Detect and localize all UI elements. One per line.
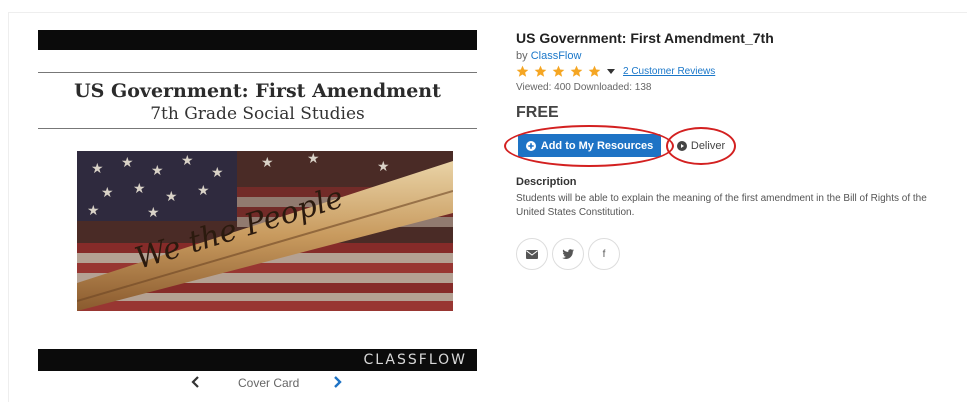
preview-subtitle: 7th Grade Social Studies [150,104,365,124]
svg-text:★: ★ [91,160,104,176]
svg-text:★: ★ [151,162,164,178]
customer-reviews-link[interactable]: 2 Customer Reviews [623,66,715,77]
preview-top-bar [38,30,477,50]
next-card-icon[interactable] [329,374,345,390]
svg-text:★: ★ [87,202,100,218]
svg-text:★: ★ [133,180,146,196]
add-to-my-resources-button[interactable]: Add to My Resources [518,134,661,157]
star-icon [516,65,529,77]
star-icon [534,65,547,77]
description-text: Students will be able to explain the mea… [516,193,927,218]
star-icon [552,65,565,77]
resource-title: US Government: First Amendment_7th [516,30,774,46]
facebook-icon: f [602,248,606,260]
svg-text:★: ★ [147,204,160,220]
svg-text:★: ★ [181,152,194,168]
constitution-flag-image: ★ ★ ★ ★ ★ ★ ★ ★ ★ ★ ★ ★ ★ ★ We the Peopl… [77,151,453,311]
preview-bottom-bar: CLASSFLOW [38,349,477,371]
deliver-button-label: Deliver [690,139,726,152]
svg-text:★: ★ [261,154,274,170]
author-prefix: by [516,50,528,62]
add-button-label: Add to My Resources [540,139,654,152]
twitter-icon [562,249,574,259]
svg-text:★: ★ [211,164,224,180]
resource-details: US Government: First Amendment_7th by Cl… [504,30,956,270]
action-buttons: Add to My Resources Deliver [504,125,956,167]
envelope-icon [526,249,538,259]
author-line: by ClassFlow [516,50,956,62]
svg-text:★: ★ [101,184,114,200]
share-twitter-button[interactable] [552,238,584,270]
preview-rule-bottom [38,128,477,129]
play-circle-icon [676,140,687,151]
classflow-logo: CLASSFLOW [363,352,467,368]
resource-preview: US Government: First Amendment 7th Grade… [38,30,477,371]
card-name-label: Cover Card [238,376,300,390]
caret-down-icon[interactable] [607,67,615,75]
share-email-button[interactable] [516,238,548,270]
flag-scroll-illustration: ★ ★ ★ ★ ★ ★ ★ ★ ★ ★ ★ ★ ★ ★ We the Peopl… [77,151,453,311]
preview-title: US Government: First Amendment [74,80,441,102]
svg-text:★: ★ [307,151,320,166]
deliver-button[interactable]: Deliver [674,134,728,157]
rating-row: 2 Customer Reviews [516,64,956,78]
svg-text:★: ★ [197,182,210,198]
svg-text:★: ★ [165,188,178,204]
author-link[interactable]: ClassFlow [531,50,582,62]
description-heading: Description [516,176,577,188]
price-label: FREE [516,104,559,121]
svg-text:★: ★ [377,158,390,174]
star-icon [588,65,601,77]
share-buttons: f [516,238,956,270]
plus-circle-icon [525,140,536,151]
share-facebook-button[interactable]: f [588,238,620,270]
previous-card-icon[interactable] [188,374,204,390]
preview-rule-top [38,72,477,73]
svg-text:★: ★ [121,154,134,170]
star-icon [570,65,583,77]
view-download-stats: Viewed: 400 Downloaded: 138 [516,82,652,93]
